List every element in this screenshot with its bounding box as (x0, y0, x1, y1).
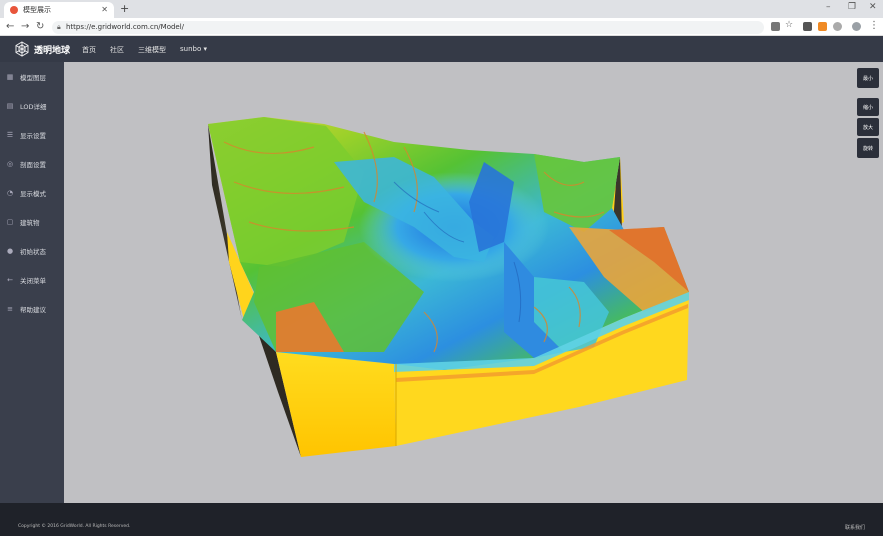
eye-icon: ◔ (6, 188, 14, 197)
contact-link[interactable]: 联系我们 (845, 524, 865, 531)
layers-icon: ▤ (6, 101, 14, 110)
star-icon[interactable]: ☆ (785, 20, 793, 30)
forward-icon[interactable]: → (21, 21, 29, 32)
app-header: 透明地球 首页 社区 三维模型 sunbo ▾ (0, 36, 883, 62)
nav-community[interactable]: 社区 (110, 45, 124, 55)
back-icon[interactable]: ← (6, 21, 14, 32)
3d-viewport[interactable]: 最小 缩小 放大 旋转 (64, 62, 883, 503)
extension-icon[interactable] (803, 22, 812, 31)
sidebar-item-close-menu[interactable]: ← 关闭菜单 (0, 265, 64, 294)
minimize-icon[interactable]: – (826, 2, 831, 12)
slice-icon: ◎ (6, 159, 14, 168)
sidebar-item-label: 剖面设置 (20, 160, 46, 169)
grid-icon: ▦ (6, 72, 14, 81)
sidebar-item-label: 初始状态 (20, 247, 46, 256)
button-label: 最小 (862, 75, 873, 82)
sidebar-item-label: 显示模式 (20, 189, 46, 198)
rotate-button[interactable]: 旋转 (857, 138, 879, 158)
list-icon: ≡ (7, 304, 13, 313)
footer: Copyright © 2016 GridWorld. All Rights R… (0, 503, 883, 536)
sidebar-item-label: 模型图层 (20, 73, 46, 82)
nav-home[interactable]: 首页 (82, 45, 96, 55)
minimize-panel-button[interactable]: 最小 (857, 68, 879, 88)
sidebar-item-label: 关闭菜单 (20, 276, 46, 285)
building-icon: ▢ (6, 217, 14, 226)
url-text: https://e.gridworld.com.cn/Model/ (66, 23, 185, 31)
sidebar-item-initial-state[interactable]: ● 初始状态 (0, 236, 64, 265)
tab-title: 模型展示 (23, 6, 51, 14)
user-menu[interactable]: sunbo ▾ (180, 45, 207, 53)
more-menu-icon[interactable]: ⋮ (869, 20, 879, 31)
sidebar-item-label: LOD详细 (20, 102, 47, 111)
sidebar-item-lod[interactable]: ▤ LOD详细 (0, 91, 64, 120)
favicon-icon (10, 6, 18, 14)
profile-icon[interactable] (852, 22, 861, 31)
sidebar-item-section-settings[interactable]: ◎ 剖面设置 (0, 149, 64, 178)
translate-icon[interactable] (771, 22, 780, 31)
sidebar: ▦ 模型图层 ▤ LOD详细 ☰ 显示设置 ◎ 剖面设置 ◔ 显示模式 ▢ 建筑… (0, 62, 64, 503)
lock-icon: 🔒︎ (57, 23, 61, 31)
geological-model[interactable] (64, 62, 883, 503)
sidebar-item-buildings[interactable]: ▢ 建筑物 (0, 207, 64, 236)
logo-icon[interactable] (14, 41, 30, 57)
arrow-left-icon: ← (7, 275, 13, 284)
sidebar-item-display-settings[interactable]: ☰ 显示设置 (0, 120, 64, 149)
browser-tab[interactable]: 模型展示 ✕ (4, 2, 114, 18)
close-window-icon[interactable]: ✕ (869, 2, 877, 12)
nav-3d-models[interactable]: 三维模型 (138, 45, 166, 55)
button-label: 放大 (862, 124, 873, 131)
new-tab-icon[interactable]: + (120, 2, 129, 15)
logo-text[interactable]: 透明地球 (34, 43, 70, 56)
restore-icon[interactable]: ❐ (848, 2, 856, 12)
extension-orange-icon[interactable] (818, 22, 827, 31)
sidebar-item-label: 建筑物 (20, 218, 40, 227)
reload-icon[interactable]: ↻ (36, 21, 44, 32)
reset-icon: ● (6, 246, 14, 255)
url-field[interactable]: 🔒︎ https://e.gridworld.com.cn/Model/ (52, 21, 764, 34)
zoom-in-button[interactable]: 放大 (857, 118, 879, 136)
browser-tab-bar: 模型展示 ✕ + – ❐ ✕ (0, 0, 883, 18)
settings-icon: ☰ (6, 130, 14, 139)
button-label: 旋转 (862, 145, 873, 152)
button-label: 缩小 (862, 104, 873, 111)
sidebar-item-help[interactable]: ≡ 帮助建议 (0, 294, 64, 323)
extension-gray-icon[interactable] (833, 22, 842, 31)
sidebar-item-label: 帮助建议 (20, 305, 46, 314)
zoom-out-button[interactable]: 缩小 (857, 98, 879, 116)
copyright-text: Copyright © 2016 GridWorld. All Rights R… (18, 524, 131, 529)
browser-address-bar: ← → ↻ 🔒︎ https://e.gridworld.com.cn/Mode… (0, 18, 883, 36)
sidebar-item-model-layers[interactable]: ▦ 模型图层 (0, 62, 64, 91)
sidebar-item-label: 显示设置 (20, 131, 46, 140)
sidebar-item-display-mode[interactable]: ◔ 显示模式 (0, 178, 64, 207)
close-tab-icon[interactable]: ✕ (101, 5, 108, 14)
